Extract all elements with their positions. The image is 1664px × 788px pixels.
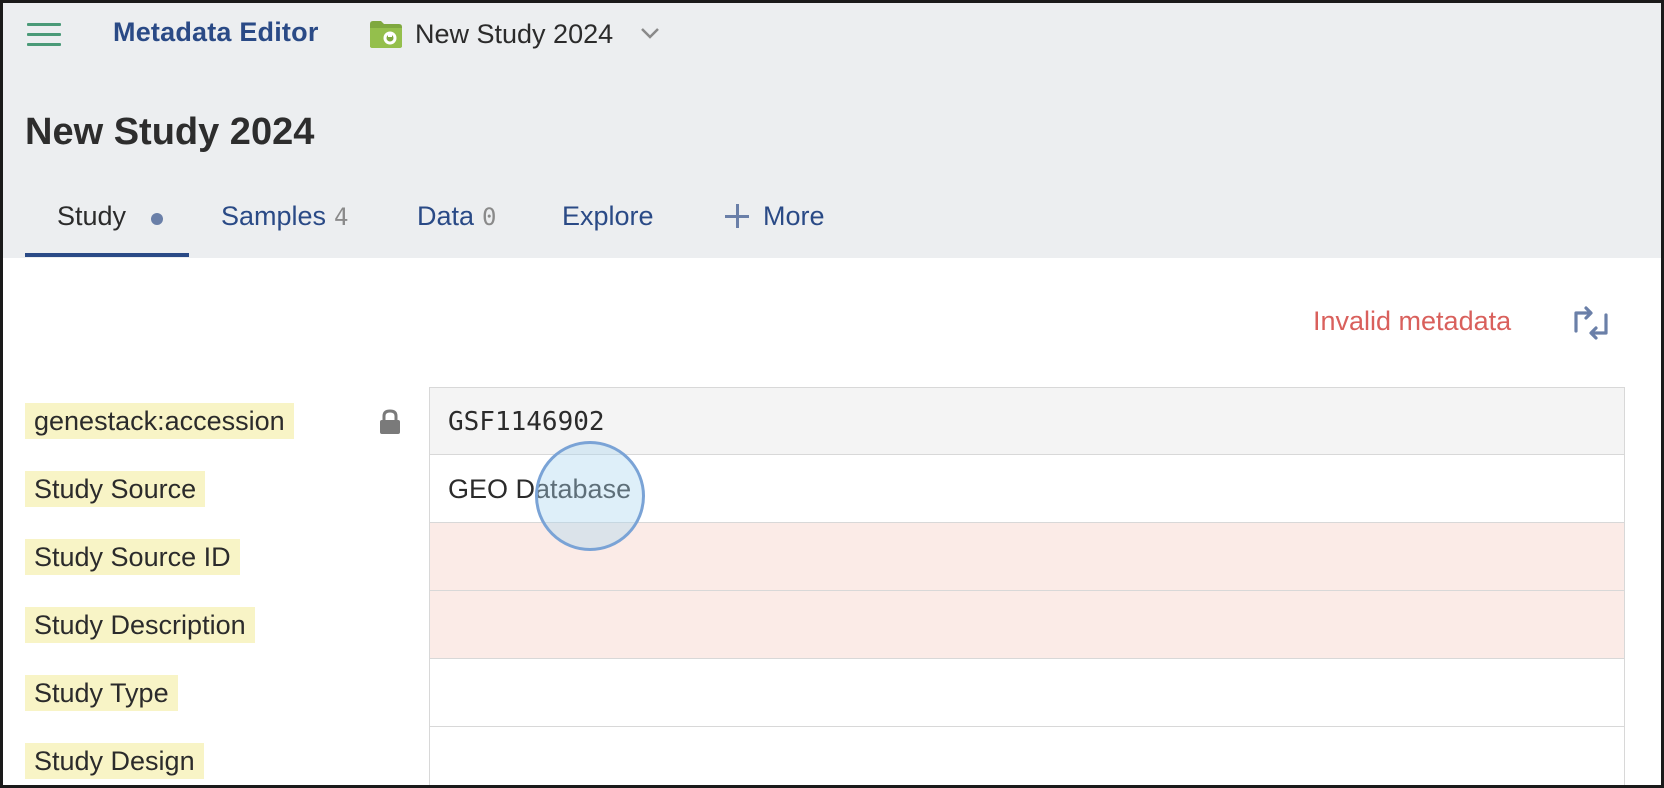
top-bar: Metadata Editor New Study 2024 bbox=[3, 3, 1661, 67]
unsaved-dot-icon bbox=[151, 213, 163, 225]
header-area: Metadata Editor New Study 2024 New Study… bbox=[3, 3, 1661, 258]
tab-data[interactable]: Data 0 bbox=[417, 201, 497, 267]
plus-icon bbox=[725, 204, 749, 228]
field-label: Study Source bbox=[25, 471, 206, 507]
study-type-field[interactable] bbox=[429, 659, 1625, 727]
lock-icon bbox=[380, 409, 400, 434]
tab-data-label: Data bbox=[417, 201, 475, 231]
tab-study[interactable]: Study bbox=[25, 193, 189, 259]
tab-more-label: More bbox=[763, 201, 825, 231]
tab-selected-indicator bbox=[25, 253, 189, 257]
field-label: Study Description bbox=[25, 607, 255, 643]
field-label: Study Type bbox=[25, 675, 178, 711]
field-row-study-type: Study Type bbox=[3, 659, 1625, 727]
app-window: Metadata Editor New Study 2024 New Study… bbox=[0, 0, 1664, 788]
tab-study-label: Study bbox=[57, 201, 127, 231]
field-row-study-description: Study Description bbox=[3, 591, 1625, 659]
app-title[interactable]: Metadata Editor bbox=[113, 17, 319, 48]
chevron-down-icon bbox=[641, 28, 659, 39]
field-label: Study Source ID bbox=[25, 539, 240, 575]
tab-samples[interactable]: Samples 4 bbox=[221, 201, 349, 267]
field-label: Study Design bbox=[25, 743, 204, 779]
hamburger-menu-icon[interactable] bbox=[27, 23, 61, 47]
tab-more[interactable]: More bbox=[725, 201, 825, 267]
sync-arrows-icon[interactable] bbox=[1571, 305, 1611, 341]
field-row-study-source-id: Study Source ID bbox=[3, 523, 1625, 591]
tab-explore[interactable]: Explore bbox=[562, 201, 654, 267]
field-label: genestack:accession bbox=[25, 403, 294, 439]
tab-data-count: 0 bbox=[482, 203, 497, 231]
study-source-id-field[interactable] bbox=[429, 523, 1625, 591]
page-title: New Study 2024 bbox=[25, 111, 315, 153]
tab-explore-label: Explore bbox=[562, 201, 654, 231]
tab-samples-count: 4 bbox=[334, 203, 349, 231]
study-source-field[interactable]: GEO Database bbox=[429, 455, 1625, 523]
metadata-status: Invalid metadata bbox=[1313, 306, 1512, 336]
field-row-accession: genestack:accession GSF1146902 bbox=[3, 387, 1625, 455]
field-row-study-design: Study Design bbox=[3, 727, 1625, 785]
accession-field: GSF1146902 bbox=[429, 387, 1625, 455]
study-design-field[interactable] bbox=[429, 727, 1625, 785]
study-description-field[interactable] bbox=[429, 591, 1625, 659]
study-switcher-label: New Study 2024 bbox=[415, 19, 614, 49]
study-folder-icon bbox=[370, 21, 402, 48]
field-row-study-source: Study Source GEO Database bbox=[3, 455, 1625, 523]
tab-samples-label: Samples bbox=[221, 201, 327, 231]
